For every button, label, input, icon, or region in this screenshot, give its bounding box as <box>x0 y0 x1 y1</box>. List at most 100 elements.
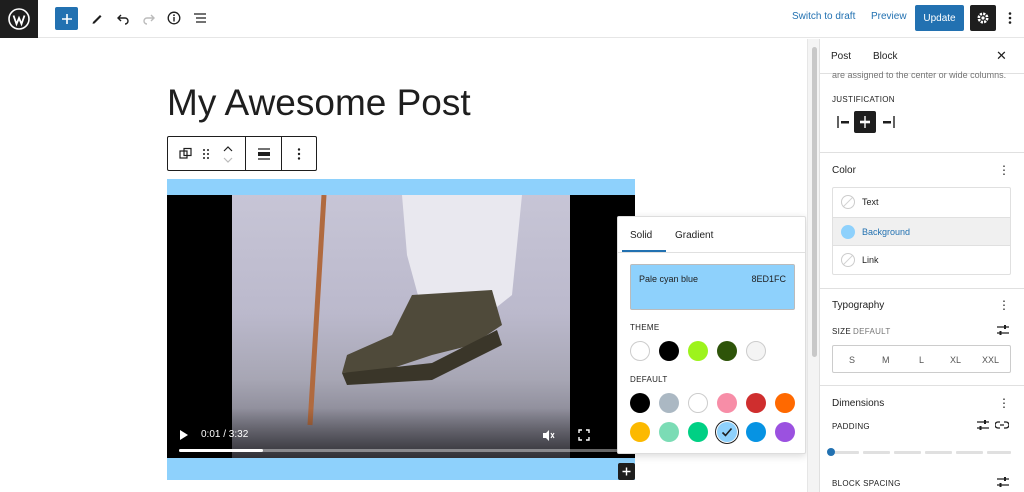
close-icon[interactable]: ✕ <box>996 48 1007 64</box>
color-swatch[interactable] <box>775 393 795 413</box>
active-tab-indicator <box>622 250 666 252</box>
video-block[interactable]: 0:01 / 3:32 <box>167 179 635 480</box>
update-button[interactable]: Update <box>915 5 964 31</box>
video-time: 0:01 / 3:32 <box>201 429 249 440</box>
list-view-icon <box>194 13 206 23</box>
align-center-icon <box>258 147 270 160</box>
color-swatch[interactable] <box>659 393 679 413</box>
empty-swatch-icon <box>841 253 855 267</box>
preview-button[interactable]: Preview <box>871 11 907 22</box>
tab-solid[interactable]: Solid <box>630 230 652 241</box>
video-progress-bar[interactable] <box>179 449 619 452</box>
font-size-xxl[interactable]: XXL <box>982 355 999 365</box>
color-swatch[interactable] <box>746 341 766 361</box>
more-vertical-icon <box>297 147 301 160</box>
padding-slider-handle[interactable] <box>827 448 835 456</box>
justify-center-button[interactable] <box>854 111 876 133</box>
color-swatch[interactable] <box>630 341 650 361</box>
tools-button[interactable] <box>88 6 106 30</box>
video-controls: 0:01 / 3:32 <box>167 408 635 458</box>
duplicate-icon <box>178 147 192 159</box>
selected-color-preview[interactable]: Pale cyan blue 8ED1FC <box>630 264 795 310</box>
undo-icon <box>117 14 129 25</box>
fullscreen-icon[interactable] <box>578 429 590 441</box>
size-label: SIZE <box>832 327 851 336</box>
color-item-background[interactable]: Background <box>833 217 1010 246</box>
color-swatch[interactable] <box>659 422 679 442</box>
add-block-button[interactable] <box>55 7 78 30</box>
color-swatch[interactable] <box>688 341 708 361</box>
color-swatch[interactable] <box>717 422 737 442</box>
color-swatch[interactable] <box>659 341 679 361</box>
default-colors-heading: DEFAULT <box>630 375 668 384</box>
color-item-label: Background <box>862 227 911 237</box>
color-swatch[interactable] <box>630 422 650 442</box>
color-swatch[interactable] <box>746 393 766 413</box>
color-swatch[interactable] <box>717 393 737 413</box>
font-size-m[interactable]: M <box>882 355 890 365</box>
panel-divider <box>820 385 1024 386</box>
settings-sliders-icon[interactable] <box>976 419 990 431</box>
justify-left-icon[interactable] <box>837 115 851 129</box>
dimensions-options-icon[interactable]: ⋮ <box>998 396 1010 410</box>
color-swatch[interactable] <box>717 341 737 361</box>
chevron-up-down-icon <box>223 145 233 163</box>
settings-sliders-icon[interactable] <box>996 324 1010 336</box>
font-size-s[interactable]: S <box>849 355 855 365</box>
switch-to-draft-button[interactable]: Switch to draft <box>792 11 855 22</box>
block-spacing-label: BLOCK SPACING <box>832 479 901 488</box>
settings-sidebar: Post Block ✕ are assigned to the center … <box>819 39 1024 492</box>
color-swatch[interactable] <box>688 422 708 442</box>
settings-sliders-icon[interactable] <box>996 476 1010 488</box>
padding-slider[interactable] <box>832 451 1011 454</box>
color-options-icon[interactable]: ⋮ <box>998 163 1010 177</box>
empty-swatch-icon <box>841 195 855 209</box>
video-player[interactable]: 0:01 / 3:32 <box>167 195 635 458</box>
wordpress-logo-icon[interactable] <box>0 0 38 38</box>
options-button[interactable] <box>1003 6 1017 30</box>
canvas-scrollbar[interactable] <box>807 39 819 492</box>
color-panel-title: Color <box>832 165 856 176</box>
color-swatch[interactable] <box>630 393 650 413</box>
justify-right-icon[interactable] <box>881 115 895 129</box>
details-button[interactable] <box>165 6 183 30</box>
play-icon[interactable] <box>179 430 189 440</box>
mute-icon[interactable] <box>542 429 555 442</box>
size-value: DEFAULT <box>853 327 891 336</box>
color-item-text[interactable]: Text <box>833 188 1010 217</box>
info-icon <box>167 11 181 25</box>
undo-button[interactable] <box>114 6 132 30</box>
transform-block-button[interactable] <box>176 137 194 170</box>
tab-block[interactable]: Block <box>873 51 897 62</box>
video-progress-fill <box>179 449 263 452</box>
pencil-icon <box>92 15 102 24</box>
drag-handle[interactable] <box>199 137 213 170</box>
color-swatch[interactable] <box>775 422 795 442</box>
toolbar-divider <box>245 137 246 170</box>
settings-button[interactable] <box>970 5 996 31</box>
block-inserter-button[interactable] <box>618 463 635 480</box>
block-options-button[interactable] <box>292 137 306 170</box>
more-vertical-icon <box>1008 12 1012 24</box>
move-up-down-button[interactable] <box>219 137 237 170</box>
align-button[interactable] <box>254 137 274 170</box>
typography-options-icon[interactable]: ⋮ <box>998 298 1010 312</box>
sidebar-tabs: Post Block ✕ <box>820 39 1024 74</box>
selected-color-name: Pale cyan blue <box>639 274 699 284</box>
padding-label: PADDING <box>832 422 870 431</box>
tab-post[interactable]: Post <box>831 51 851 62</box>
scrollbar-thumb[interactable] <box>812 47 817 357</box>
font-size-l[interactable]: L <box>919 355 924 365</box>
color-item-link[interactable]: Link <box>833 246 1010 275</box>
typography-panel-title: Typography <box>832 300 885 311</box>
link-icon[interactable] <box>995 420 1009 430</box>
color-swatch[interactable] <box>688 393 708 413</box>
post-title[interactable]: My Awesome Post <box>167 82 471 124</box>
redo-button[interactable] <box>140 6 158 30</box>
color-swatch[interactable] <box>746 422 766 442</box>
font-size-xl[interactable]: XL <box>950 355 961 365</box>
justification-label: JUSTIFICATION <box>832 95 895 104</box>
list-view-button[interactable] <box>191 6 209 30</box>
color-item-label: Text <box>862 197 879 207</box>
tab-gradient[interactable]: Gradient <box>675 230 713 241</box>
